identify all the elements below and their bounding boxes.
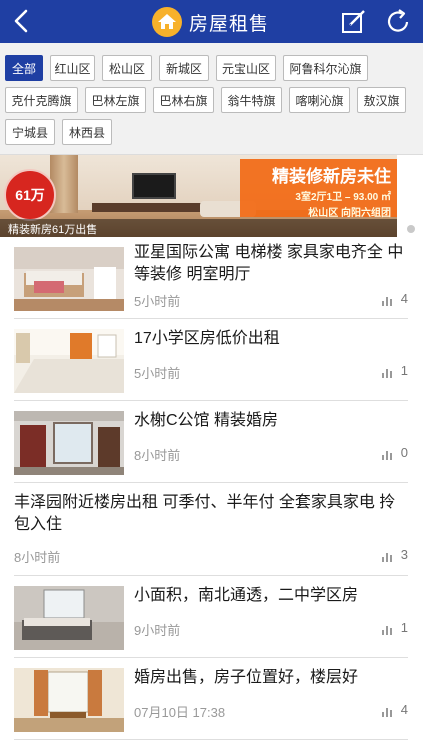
district-chip[interactable]: 红山区 [50,55,95,81]
listing-time: 9小时前 [134,623,181,638]
district-chip[interactable]: 翁牛特旗 [221,87,282,113]
view-count-number: 1 [400,363,408,378]
district-chip[interactable]: 新城区 [159,55,209,81]
view-count: 4 [381,702,408,717]
list-item[interactable]: 水榭C公馆 精装婚房 8小时前 0 [14,401,408,483]
bar-chart-icon [381,550,394,562]
page-title: 房屋租售 [189,13,270,35]
district-chip[interactable]: 喀喇沁旗 [289,87,350,113]
listing-title: 小面积，南北通透，二中学区房 [134,587,359,604]
district-chip[interactable]: 克什克腾旗 [5,87,78,113]
district-chip[interactable]: 宁城县 [5,119,55,145]
banner-photo-cabinet [92,203,212,212]
listing-thumbnail [14,586,124,650]
promo-layout: 3室2厅1卫 – 93.00 ㎡ [295,192,391,203]
house-logo-icon [152,7,182,37]
district-chip[interactable]: 林西县 [62,119,112,145]
view-count-number: 1 [400,620,408,635]
refresh-icon[interactable] [385,7,413,35]
listing-time: 5小时前 [134,294,181,309]
app-header: 房屋租售 [0,0,423,43]
district-chip[interactable]: 松山区 [102,55,152,81]
district-chip[interactable]: 巴林左旗 [85,87,146,113]
listing-title: 婚房出售，房子位置好，楼层好 [134,669,359,686]
list-item[interactable]: 小面积，南北通透，二中学区房 9小时前 1 [14,576,408,658]
view-count: 0 [381,445,408,460]
view-count: 4 [381,291,408,306]
view-count-number: 4 [400,702,408,717]
listing-thumbnail [14,329,124,393]
back-arrow-icon[interactable] [8,6,36,36]
price-badge: 61万 [4,169,56,221]
district-chip[interactable]: 巴林右旗 [153,87,214,113]
listing-thumbnail [14,411,124,475]
list-item[interactable]: 丰泽园附近楼房出租 可季付、半年付 全套家具家电 拎包入住 8小时前 3 [14,483,408,576]
view-count: 3 [381,547,408,562]
listing-time: 5小时前 [134,366,181,381]
promo-location: 松山区 向阳六组团 [308,208,391,219]
bar-chart-icon [381,294,394,306]
bar-chart-icon [381,705,394,717]
district-chip[interactable]: 阿鲁科尔沁旗 [283,55,368,81]
banner-photo-tv [132,173,176,199]
listing-thumbnail [14,668,124,732]
district-chip-all[interactable]: 全部 [5,55,43,81]
district-chip[interactable]: 敖汉旗 [357,87,406,113]
listing-thumbnail [14,247,124,311]
bar-chart-icon [381,366,394,378]
list-item[interactable]: 婚房出售，房子位置好，楼层好 07月10日 17:38 4 [14,658,408,740]
bar-chart-icon [381,448,394,460]
view-count: 1 [381,620,408,635]
listing-time: 8小时前 [14,550,61,565]
promo-textbox: 精装修新房未住 3室2厅1卫 – 93.00 ㎡ 松山区 向阳六组团 [240,159,397,219]
listing-time: 07月10日 17:38 [134,705,226,720]
view-count: 1 [381,363,408,378]
listing-title: 丰泽园附近楼房出租 可季付、半年付 全套家具家电 拎包入住 [14,494,396,533]
list-item[interactable]: 亚星国际公寓 电梯楼 家具家电齐全 中等装修 明室明厅 5小时前 4 [14,237,408,319]
carousel-dot[interactable] [407,225,415,233]
district-chip[interactable]: 元宝山区 [216,55,276,81]
listing-title: 17小学区房低价出租 [134,330,280,347]
edit-icon[interactable] [340,8,368,36]
list-item[interactable]: 17小学区房低价出租 5小时前 1 [14,319,408,401]
view-count-number: 3 [400,547,408,562]
banner-caption: 精装新房61万出售 [8,224,98,236]
listing-time: 8小时前 [134,448,181,463]
page-title-group: 房屋租售 [152,7,269,37]
district-filter: 全部 红山区 松山区 新城区 元宝山区 阿鲁科尔沁旗 克什克腾旗 巴林左旗 巴林… [0,43,423,155]
bar-chart-icon [381,623,394,635]
view-count-number: 0 [400,445,408,460]
promo-title: 精装修新房未住 [272,167,391,186]
listing-title: 水榭C公馆 精装婚房 [134,412,279,429]
view-count-number: 4 [400,291,408,306]
listing-title: 亚星国际公寓 电梯楼 家具家电齐全 中等装修 明室明厅 [134,244,404,283]
